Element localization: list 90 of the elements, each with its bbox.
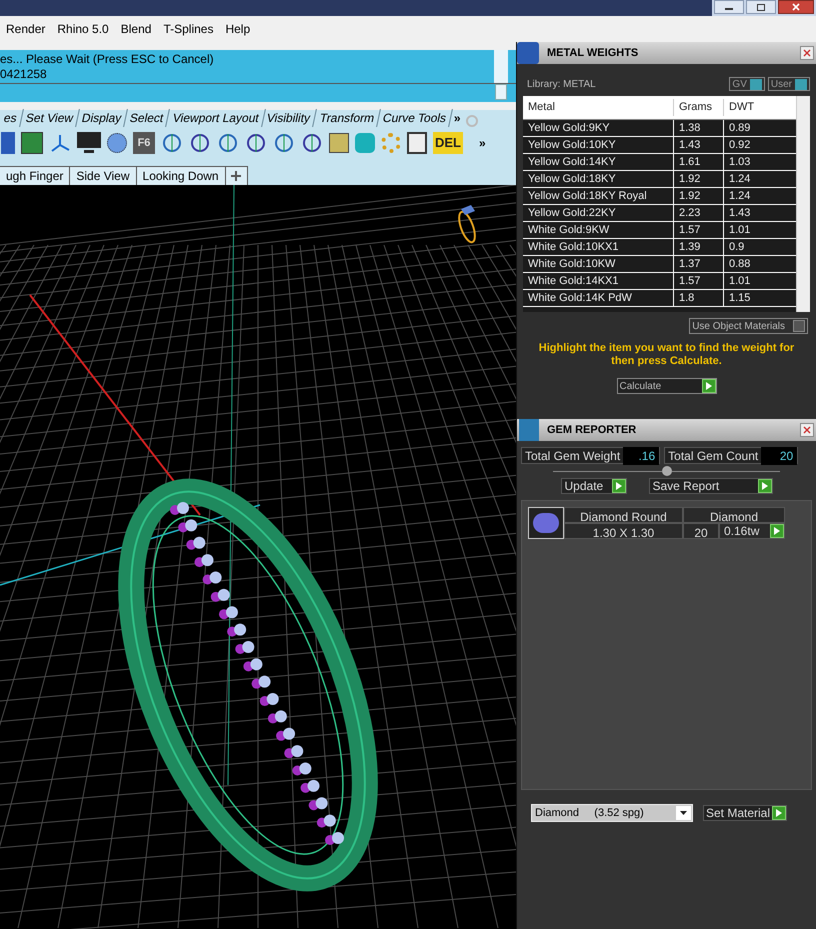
table-cell: 1.37 [673,256,723,272]
gem-shape: Diamond Round [564,507,683,523]
gem-weight: 0.16tw [719,523,785,539]
close-icon[interactable] [800,423,814,437]
viewport-tab[interactable]: Side View [70,166,137,185]
table-cell-text: Yellow Gold:10KY [527,138,617,152]
calculate-button[interactable]: Calculate [616,378,716,394]
scrollbar[interactable] [796,96,810,312]
table-cell-text: Yellow Gold:18KY Royal [527,188,648,204]
table-cell-text: White Gold:14KX1 [527,274,620,288]
f6-button[interactable]: F6 [133,132,155,154]
play-icon[interactable] [758,479,772,493]
library-label: Library: METAL [527,78,597,92]
panel-title: GEM REPORTER [547,422,638,438]
set-material-button[interactable]: Set Material [703,805,788,821]
table-cell: 1.01 [723,272,783,290]
command-line: 0421258 [0,67,48,82]
use-object-materials-toggle[interactable]: Use Object Materials [689,318,808,334]
menu-item[interactable]: Blend [120,20,152,38]
table-cell-text: Yellow Gold:22KY [527,206,617,220]
toggle[interactable]: GV [729,77,765,91]
ring-icon [458,205,476,244]
minimize-icon[interactable] [714,0,744,14]
command-line: es... Please Wait (Press ESC to Cancel) [0,52,215,67]
play-icon[interactable] [612,479,626,493]
table-cell: 1.38 [673,120,723,136]
play-icon[interactable] [702,379,716,393]
table-cell: 1.03 [723,154,783,170]
table-cell: 1.61 [673,154,723,170]
menu-item[interactable]: Rhino 5.0 [57,20,109,38]
close-icon[interactable] [778,0,814,14]
toggle[interactable]: User [768,77,810,91]
collapse-icon[interactable] [662,466,672,476]
table-cell: 1.92 [673,170,723,188]
gem-size: 1.30 X 1.30 [564,523,683,539]
add-tab-icon[interactable] [226,166,248,185]
table-cell: 1.8 [673,290,723,306]
menu-item[interactable]: T-Splines [163,20,214,38]
table-cell: 1.24 [723,188,783,204]
gem-count: 20 [683,523,719,539]
checkbox[interactable] [793,320,805,332]
table-cell: 2.23 [673,204,723,222]
monitor-icon[interactable] [77,132,101,154]
table-cell: 1.57 [673,272,723,290]
table-cell: 1.15 [723,290,783,306]
viewport-tab[interactable]: Looking Down [136,166,226,185]
column-header[interactable]: Metal [523,99,673,116]
gem-material: Diamond [683,507,785,523]
caret-icon[interactable] [676,806,691,820]
close-icon[interactable] [800,46,814,60]
table-cell: 1.92 [673,188,723,204]
del-button[interactable]: DEL [433,132,463,154]
restore-icon[interactable] [746,0,776,14]
table-cell-text: White Gold:10KX1 [527,240,620,254]
column-header[interactable]: Grams [673,99,723,116]
table-cell: 1.57 [673,222,723,238]
viewport-tab[interactable]: ugh Finger [0,166,70,185]
table-cell: 1.43 [673,136,723,154]
total-label: Total Gem Weight [524,448,622,464]
column-header[interactable]: DWT [723,99,783,116]
total-value: 20 [761,446,798,464]
play-icon[interactable] [772,806,786,820]
table-cell: 0.88 [723,256,783,272]
table-cell: 1.43 [723,204,783,222]
table-cell: 0.92 [723,136,783,154]
axes-icon[interactable] [49,132,71,154]
table-cell-text: Yellow Gold:14KY [527,154,617,170]
toolbar-tab-overflow[interactable]: » [450,109,464,127]
menu-item[interactable]: Help [225,20,250,38]
total-label: Total Gem Count [667,448,760,464]
report-button[interactable]: Update [560,478,626,494]
table-cell-text: Yellow Gold:9KY [527,120,611,136]
total-value: .16 [623,446,660,464]
table-cell: 1.01 [723,222,783,238]
table-cell-text: White Gold:14K PdW [527,290,633,306]
table-cell: 1.24 [723,170,783,188]
table-cell-text: White Gold:9KW [527,222,610,238]
table-cell: 1.39 [673,238,723,256]
table-cell-text: White Gold:10KW [527,256,616,272]
table-cell: 0.9 [723,238,783,256]
table-cell: 0.89 [723,120,783,136]
toolbar-icon[interactable] [21,132,43,154]
report-button[interactable]: Save Report [648,478,772,494]
gem-icon [528,507,564,539]
material-dropdown[interactable]: Diamond (3.52 spg) [531,804,693,822]
instruction-text: Highlight the item you want to find the weight for then press Calculate. [538,342,796,368]
table-cell-text: Yellow Gold:18KY [527,172,617,186]
menu-item[interactable]: Render [6,20,46,38]
toolbar-overflow[interactable]: » [479,134,486,152]
panel-title: METAL WEIGHTS [547,46,640,61]
